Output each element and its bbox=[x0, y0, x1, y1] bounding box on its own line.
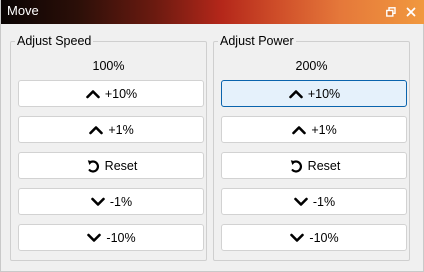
power-plus-1-button[interactable]: +1% bbox=[221, 116, 407, 143]
power-plus-10-button[interactable]: +10% bbox=[221, 80, 407, 107]
speed-plus-10-button[interactable]: +10% bbox=[18, 80, 204, 107]
power-reset-label: Reset bbox=[307, 158, 341, 173]
window-title: Move bbox=[7, 3, 39, 18]
adjust-speed-title: Adjust Speed bbox=[15, 34, 94, 49]
chevron-down-icon bbox=[293, 194, 309, 210]
reset-icon bbox=[85, 158, 101, 174]
power-minus-1-button[interactable]: -1% bbox=[221, 188, 407, 215]
restore-button[interactable] bbox=[381, 2, 401, 22]
speed-plus-1-button[interactable]: +1% bbox=[18, 116, 204, 143]
close-button[interactable] bbox=[401, 2, 421, 22]
chevron-down-icon bbox=[289, 230, 305, 246]
chevron-up-icon bbox=[88, 122, 104, 138]
chevron-down-icon bbox=[86, 230, 102, 246]
close-icon bbox=[406, 7, 416, 17]
speed-minus-1-label: -1% bbox=[109, 194, 133, 209]
speed-minus-1-button[interactable]: -1% bbox=[18, 188, 204, 215]
speed-reset-label: Reset bbox=[104, 158, 138, 173]
power-minus-1-label: -1% bbox=[312, 194, 336, 209]
speed-minus-10-button[interactable]: -10% bbox=[18, 224, 204, 251]
chevron-up-icon bbox=[291, 122, 307, 138]
chevron-up-icon bbox=[85, 86, 101, 102]
speed-minus-10-label: -10% bbox=[106, 230, 136, 245]
speed-reset-button[interactable]: Reset bbox=[18, 152, 204, 179]
chevron-down-icon bbox=[90, 194, 106, 210]
power-plus-1-label: +1% bbox=[311, 122, 337, 137]
power-plus-10-label: +10% bbox=[307, 86, 341, 101]
restore-icon bbox=[386, 7, 396, 17]
speed-value: 100% bbox=[92, 59, 125, 73]
reset-icon bbox=[288, 158, 304, 174]
power-value: 200% bbox=[295, 59, 328, 73]
power-reset-button[interactable]: Reset bbox=[221, 152, 407, 179]
chevron-up-icon bbox=[288, 86, 304, 102]
power-minus-10-label: -10% bbox=[309, 230, 339, 245]
title-bar[interactable]: Move bbox=[1, 0, 424, 24]
adjust-power-group: Adjust Power 200% +10% +1% Reset -1% -10… bbox=[213, 34, 410, 261]
move-dialog: Move Adjust Speed 100% +10% +1% Reset -1… bbox=[0, 0, 424, 272]
power-minus-10-button[interactable]: -10% bbox=[221, 224, 407, 251]
speed-plus-1-label: +1% bbox=[108, 122, 134, 137]
adjust-power-title: Adjust Power bbox=[218, 34, 296, 49]
adjust-speed-group: Adjust Speed 100% +10% +1% Reset -1% -10… bbox=[10, 34, 207, 261]
speed-plus-10-label: +10% bbox=[104, 86, 138, 101]
